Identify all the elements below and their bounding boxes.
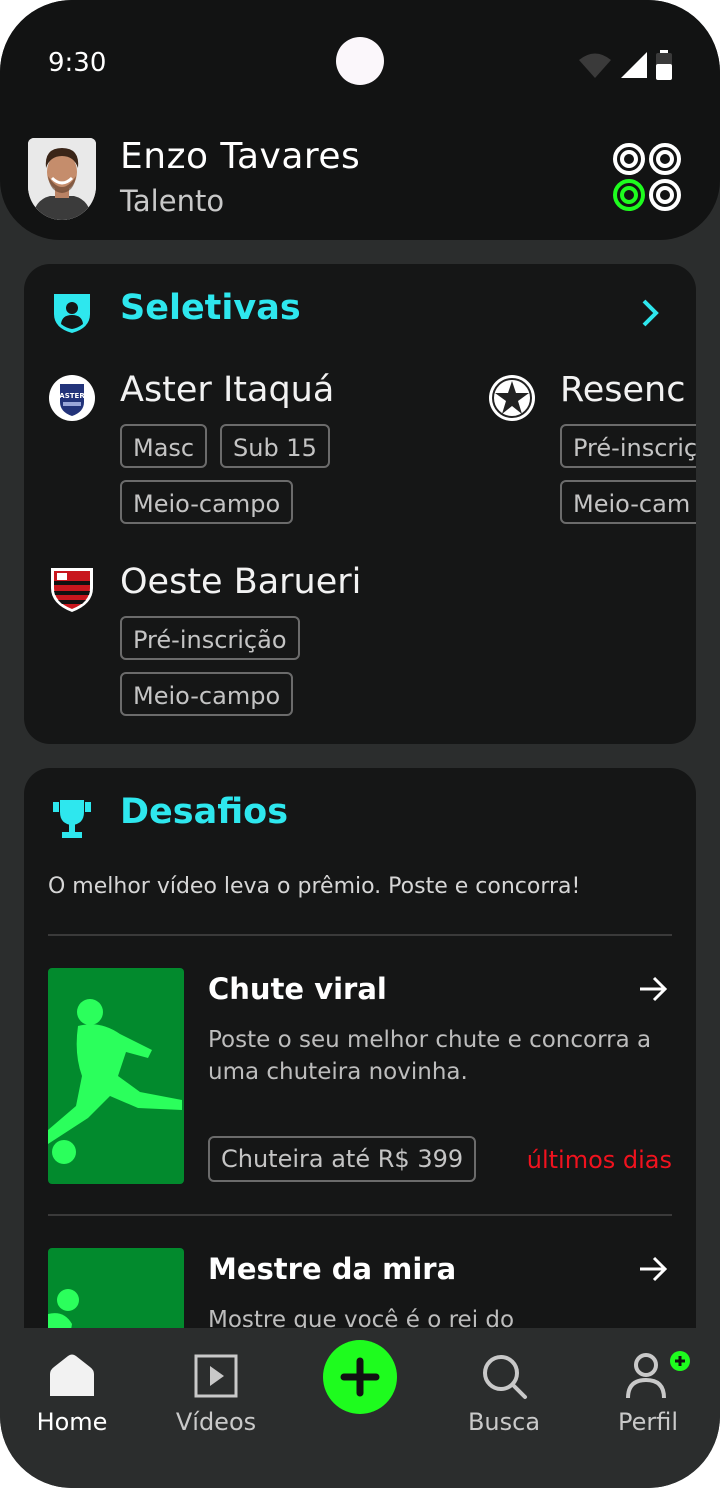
nav-search[interactable]: Busca (432, 1328, 576, 1448)
nav-profile-label: Perfil (617, 1408, 679, 1436)
avatar[interactable] (28, 138, 96, 220)
svg-text:ASTER: ASTER (59, 392, 85, 400)
plus-icon (340, 1357, 380, 1397)
notification-badge-icon (670, 1351, 690, 1371)
status-icons (578, 48, 672, 82)
desafios-subtitle: O melhor vídeo leva o prêmio. Poste e co… (48, 874, 581, 899)
arrow-right-icon[interactable] (638, 976, 668, 1002)
phone-screen: 9:30 Enzo Tavares Talento Seletivas ASTE… (0, 0, 720, 1488)
bottom-navigation: Home Vídeos Busca Perfil (0, 1328, 720, 1488)
resenc-logo (489, 375, 535, 421)
video-play-icon (194, 1354, 238, 1398)
signal-icon (621, 52, 647, 78)
tag-gender: Masc (120, 424, 208, 468)
tag-position: Meio-cam (560, 480, 696, 524)
nav-profile[interactable]: Perfil (576, 1328, 720, 1448)
nav-home[interactable]: Home (0, 1328, 144, 1448)
seletivas-title: Seletivas (120, 288, 301, 328)
nav-home-label: Home (36, 1408, 108, 1436)
deadline-label: últimos dias (526, 1146, 672, 1174)
desafios-card: Desafios O melhor vídeo leva o prêmio. P… (24, 768, 696, 1368)
tag-status: Pré-inscrição (120, 616, 300, 660)
shield-user-icon (54, 294, 90, 333)
club-item-oeste-barueri[interactable]: Oeste Barueri Pré-inscrição Meio-campo (48, 562, 468, 722)
nav-videos-label: Vídeos (175, 1408, 257, 1436)
tag-category: Sub 15 (220, 424, 330, 468)
nav-videos[interactable]: Vídeos (144, 1328, 288, 1448)
aster-itaqua-logo: ASTER (49, 375, 95, 421)
user-name: Enzo Tavares (120, 136, 361, 177)
challenge-thumbnail[interactable] (48, 968, 184, 1184)
kicker-silhouette (48, 999, 182, 1164)
challenge-title[interactable]: Chute viral (208, 972, 387, 1006)
trophy-icon (53, 800, 91, 838)
seletivas-card: Seletivas ASTER Aster Itaquá Masc Sub 15… (24, 264, 696, 744)
search-icon (483, 1355, 527, 1399)
challenge-description: Poste o seu melhor chute e concorra a um… (208, 1027, 652, 1085)
app-menu-icon[interactable] (612, 142, 684, 214)
wifi-icon (579, 53, 611, 78)
club-item-resenc[interactable]: Resenc Pré-inscriç Meio-cam (488, 370, 696, 530)
tag-position: Meio-campo (120, 672, 294, 716)
oeste-barueri-logo (51, 568, 93, 612)
club-item-aster-itaqua[interactable]: ASTER Aster Itaquá Masc Sub 15 Meio-camp… (48, 370, 468, 530)
front-camera (336, 37, 384, 85)
nav-search-label: Busca (467, 1408, 541, 1436)
club-name: Resenc (560, 370, 686, 410)
divider (48, 1214, 672, 1216)
desafios-title: Desafios (120, 792, 289, 832)
arrow-right-icon[interactable] (638, 1256, 668, 1282)
prize-tag: Chuteira até R$ 399 (208, 1136, 477, 1182)
avatar-photo (28, 138, 96, 220)
divider (48, 934, 672, 936)
profile-icon (626, 1353, 666, 1399)
tag-position: Meio-campo (120, 480, 294, 524)
chevron-right-icon[interactable] (640, 298, 660, 328)
battery-icon (656, 50, 672, 80)
status-time: 9:30 (48, 48, 107, 78)
home-icon (50, 1354, 94, 1396)
club-name: Oeste Barueri (120, 562, 362, 602)
club-name: Aster Itaquá (120, 370, 335, 410)
user-role: Talento (120, 184, 225, 218)
tag-status: Pré-inscriç (560, 424, 696, 468)
challenge-title[interactable]: Mestre da mira (208, 1252, 456, 1286)
create-post-button[interactable] (323, 1340, 397, 1414)
top-header: 9:30 Enzo Tavares Talento (0, 0, 720, 240)
